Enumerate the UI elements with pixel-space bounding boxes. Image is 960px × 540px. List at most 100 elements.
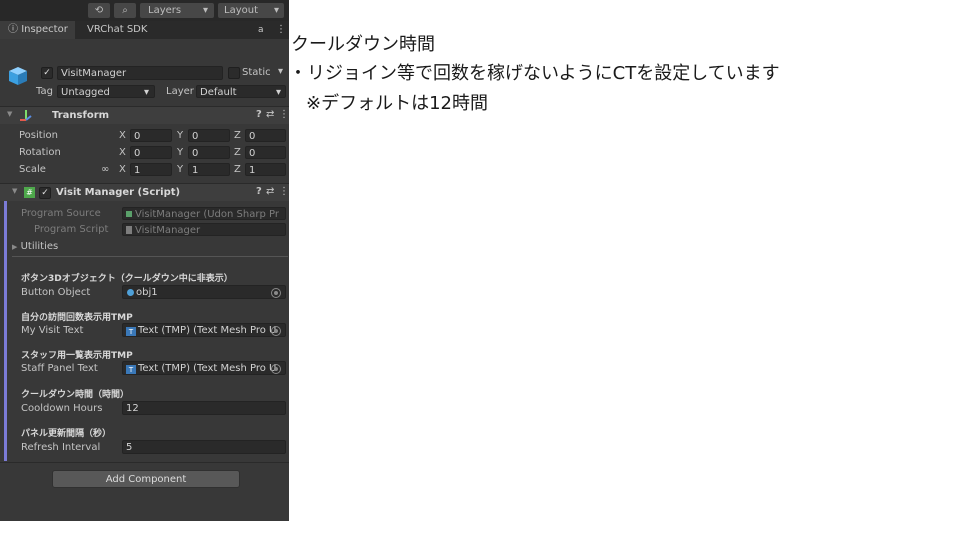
program-source-value: VisitManager (Udon Sharp Pr	[135, 209, 279, 220]
transform-icon	[19, 108, 33, 122]
object-name-field[interactable]: VisitManager	[57, 66, 223, 80]
info-icon: ⓘ	[8, 24, 18, 35]
rotation-label: Rotation	[19, 147, 61, 158]
component-accent-bar	[4, 183, 7, 461]
fold-icon: ▼	[7, 110, 13, 118]
axis-z-label: Z	[234, 147, 241, 158]
chevron-down-icon: ▾	[202, 5, 208, 16]
active-checkbox[interactable]: ✓	[41, 67, 53, 79]
program-script-label: Program Script	[34, 224, 109, 235]
gameobject-icon	[127, 289, 134, 296]
scale-label: Scale	[19, 164, 46, 175]
script-file-icon	[126, 226, 132, 234]
position-z-field[interactable]: 0	[245, 129, 286, 142]
layout-dropdown[interactable]: Layout ▾	[218, 3, 284, 18]
chevron-down-icon: ▾	[273, 5, 279, 16]
transform-title: Transform	[52, 110, 110, 121]
my-visit-text-label: My Visit Text	[21, 325, 84, 336]
note-line-1: ・リジョイン等で回数を稼げないようにCTを設定しています	[289, 63, 780, 84]
rotation-z-field[interactable]: 0	[245, 146, 286, 159]
scale-x-field[interactable]: 1	[130, 163, 172, 176]
cooldown-hours-label: Cooldown Hours	[21, 403, 103, 414]
object-picker-icon[interactable]	[271, 364, 281, 374]
script-enabled-checkbox[interactable]: ✓	[39, 187, 51, 199]
axis-y-label: Y	[177, 147, 184, 158]
script-header[interactable]: ▼ # ✓ Visit Manager (Script) ? ⇄ ⋮	[0, 183, 289, 201]
section-header-staff-panel-text: スタッフ用一覧表示用TMP	[21, 351, 133, 361]
button-object-field[interactable]: obj1	[122, 285, 286, 299]
scale-y-field[interactable]: 1	[188, 163, 230, 176]
button-object-label: Button Object	[21, 287, 91, 298]
link-icon[interactable]: ∞	[101, 164, 109, 175]
program-script-value: VisitManager	[135, 225, 201, 236]
program-source-field: VisitManager (Udon Sharp Pr	[122, 207, 286, 220]
axis-x-label: X	[119, 147, 126, 158]
lock-icon[interactable]: a	[258, 21, 264, 39]
settings-icon[interactable]: ⇄	[266, 109, 274, 120]
position-x-field[interactable]: 0	[130, 129, 172, 142]
section-header-button-object: ボタン3Dオブジェクト（クールダウン中に非表示）	[21, 274, 233, 284]
staff-panel-text-label: Staff Panel Text	[21, 363, 98, 374]
section-header-my-visit-text: 自分の訪問回数表示用TMP	[21, 313, 133, 323]
staff-panel-text-value: Text (TMP) (Text Mesh Pro U	[138, 363, 277, 374]
cooldown-hours-field[interactable]: 12	[122, 401, 286, 415]
axis-z-label: Z	[234, 130, 241, 141]
staff-panel-text-field[interactable]: T Text (TMP) (Text Mesh Pro U	[122, 361, 286, 375]
more-icon[interactable]: ⋮	[279, 186, 289, 197]
static-label: Static	[242, 67, 271, 78]
chevron-down-icon: ▾	[275, 87, 281, 98]
program-script-field: VisitManager	[122, 223, 286, 236]
program-source-label: Program Source	[21, 208, 101, 219]
refresh-interval-label: Refresh Interval	[21, 442, 101, 453]
layers-dropdown[interactable]: Layers ▾	[140, 3, 214, 18]
axis-y-label: Y	[177, 130, 184, 141]
static-checkbox[interactable]	[228, 67, 240, 79]
section-header-refresh-interval: パネル更新間隔（秒）	[21, 429, 112, 439]
help-icon[interactable]: ?	[256, 109, 262, 120]
layer-label: Layer	[166, 86, 194, 97]
object-picker-icon[interactable]	[271, 326, 281, 336]
tag-label: Tag	[36, 86, 53, 97]
tab-inspector-label: Inspector	[21, 24, 68, 35]
refresh-interval-field[interactable]: 5	[122, 440, 286, 454]
note-line-2: ※デフォルトは12時間	[306, 93, 488, 114]
help-icon[interactable]: ?	[256, 186, 262, 197]
scale-z-field[interactable]: 1	[245, 163, 286, 176]
editor-toolbar: ⟲ ⌕ Layers ▾ Layout ▾	[0, 0, 289, 21]
rotation-y-field[interactable]: 0	[188, 146, 230, 159]
tag-value: Untagged	[61, 87, 110, 98]
my-visit-text-field[interactable]: T Text (TMP) (Text Mesh Pro U	[122, 323, 286, 337]
settings-icon[interactable]: ⇄	[266, 186, 274, 197]
cube-icon	[8, 66, 28, 86]
axis-z-label: Z	[234, 164, 241, 175]
asset-icon	[126, 211, 132, 217]
position-y-field[interactable]: 0	[188, 129, 230, 142]
chevron-down-icon[interactable]: ▾	[278, 66, 283, 77]
rotation-x-field[interactable]: 0	[130, 146, 172, 159]
transform-header[interactable]: ▼ Transform ? ⇄ ⋮	[0, 106, 289, 124]
add-component-button[interactable]: Add Component	[52, 470, 240, 488]
layer-value: Default	[200, 87, 237, 98]
section-header-cooldown-hours: クールダウン時間（時間）	[21, 390, 130, 400]
history-icon[interactable]: ⟲	[88, 3, 110, 18]
utilities-foldout[interactable]: ▶ Utilities	[12, 241, 58, 252]
axis-x-label: X	[119, 130, 126, 141]
my-visit-text-value: Text (TMP) (Text Mesh Pro U	[138, 325, 277, 336]
tab-bar: ⓘ Inspector VRChat SDK a ⋮	[0, 21, 289, 39]
search-icon[interactable]: ⌕	[114, 3, 136, 18]
utilities-label: Utilities	[20, 241, 59, 252]
tab-vrchat-sdk[interactable]: VRChat SDK	[87, 21, 147, 39]
tag-dropdown[interactable]: Untagged ▾	[57, 85, 155, 98]
tab-inspector[interactable]: ⓘ Inspector	[0, 21, 75, 39]
layers-label: Layers	[148, 5, 182, 16]
layer-dropdown[interactable]: Default ▾	[196, 85, 286, 98]
more-icon[interactable]: ⋮	[276, 21, 286, 39]
tab-vrchat-sdk-label: VRChat SDK	[87, 24, 148, 35]
note-title: クールダウン時間	[291, 34, 435, 55]
object-picker-icon[interactable]	[271, 288, 281, 298]
chevron-down-icon: ▾	[143, 87, 149, 98]
script-title: Visit Manager (Script)	[56, 187, 181, 198]
position-label: Position	[19, 130, 58, 141]
tmp-icon: T	[126, 327, 136, 336]
more-icon[interactable]: ⋮	[279, 109, 289, 120]
